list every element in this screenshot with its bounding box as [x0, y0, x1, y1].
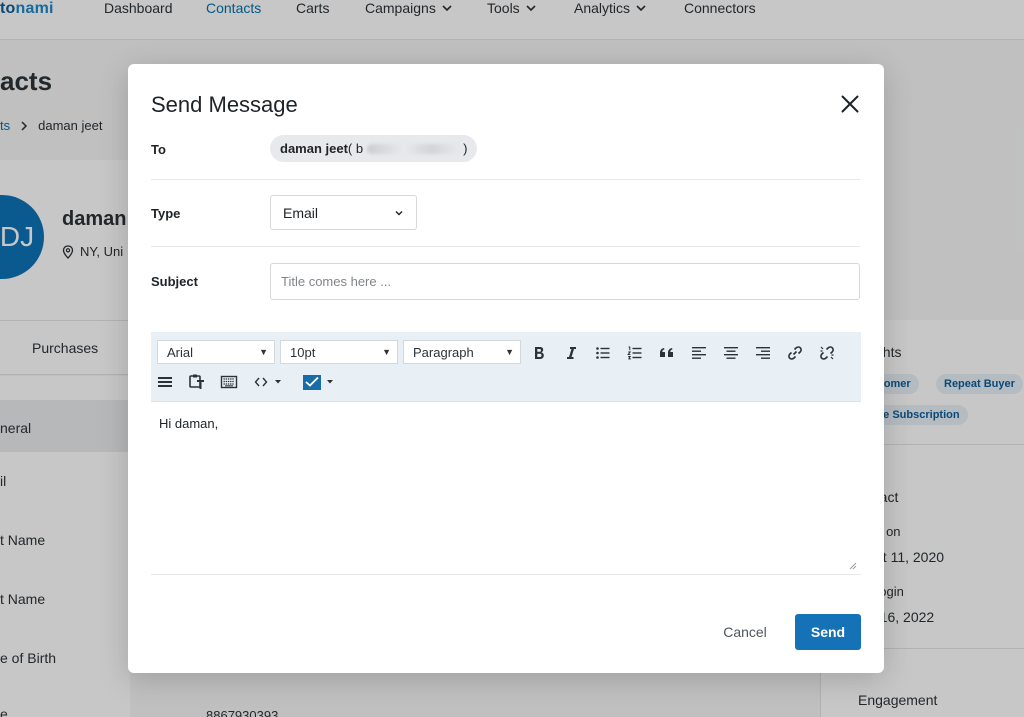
align-center-icon — [724, 347, 738, 359]
dialog-title: Send Message — [151, 92, 298, 117]
editor-toolbar: Arial ▼ 10pt ▼ Paragraph ▼ — [151, 332, 861, 402]
horizontal-rule-button[interactable] — [153, 370, 177, 394]
keyboard-shortcuts-button[interactable] — [217, 370, 241, 394]
chevron-down-icon — [395, 210, 403, 215]
dropdown-arrow-icon: ▼ — [382, 347, 391, 357]
remove-link-button[interactable] — [815, 341, 839, 365]
link-icon — [788, 346, 802, 360]
paste-text-icon — [189, 374, 204, 389]
source-code-button[interactable] — [251, 370, 291, 394]
unlink-icon — [820, 346, 834, 360]
font-size-select[interactable]: 10pt ▼ — [280, 340, 398, 364]
cancel-button[interactable]: Cancel — [710, 616, 780, 648]
numbered-list-button[interactable] — [623, 341, 647, 365]
keyboard-icon — [220, 375, 238, 389]
font-family-value: Arial — [167, 344, 194, 360]
type-select[interactable]: Email — [270, 195, 417, 230]
subject-label: Subject — [151, 274, 198, 289]
align-right-icon — [756, 347, 770, 359]
to-label: To — [151, 142, 166, 157]
bullet-list-icon — [596, 347, 610, 359]
align-left-icon — [692, 347, 706, 359]
divider — [151, 574, 860, 575]
type-select-value: Email — [283, 204, 319, 221]
insert-link-button[interactable] — [783, 341, 807, 365]
block-format-value: Paragraph — [413, 344, 474, 360]
subject-input[interactable] — [270, 263, 860, 300]
font-size-value: 10pt — [290, 344, 316, 360]
recipient-name: daman jeet — [280, 141, 348, 156]
rich-text-editor: Arial ▼ 10pt ▼ Paragraph ▼ Hi daman, — [151, 332, 861, 575]
bullet-list-button[interactable] — [591, 341, 615, 365]
color-swatch-icon — [303, 375, 333, 390]
resize-handle-icon[interactable] — [848, 561, 857, 570]
send-button[interactable]: Send — [795, 614, 861, 650]
dropdown-arrow-icon: ▼ — [505, 347, 514, 357]
recipient-email-close: ) — [463, 141, 468, 156]
horizontal-rule-icon — [158, 377, 172, 387]
recipient-email-open: ( b — [347, 141, 364, 156]
align-center-button[interactable] — [719, 341, 743, 365]
close-button[interactable] — [838, 92, 862, 116]
font-family-select[interactable]: Arial ▼ — [157, 340, 275, 364]
quote-icon — [660, 348, 673, 357]
paste-text-button[interactable] — [185, 370, 209, 394]
dropdown-arrow-icon: ▼ — [259, 347, 268, 357]
divider — [151, 179, 860, 180]
numbered-list-icon — [627, 346, 642, 360]
bold-icon — [535, 347, 544, 359]
block-format-select[interactable]: Paragraph ▼ — [403, 340, 521, 364]
align-left-button[interactable] — [687, 341, 711, 365]
close-icon — [841, 95, 859, 113]
bold-button[interactable] — [527, 341, 551, 365]
divider — [151, 246, 860, 247]
code-icon — [254, 377, 281, 387]
type-label: Type — [151, 206, 181, 221]
blockquote-button[interactable] — [655, 341, 679, 365]
italic-icon — [567, 347, 576, 359]
text-color-button[interactable] — [299, 370, 339, 394]
align-right-button[interactable] — [751, 341, 775, 365]
recipient-chip[interactable]: daman jeet ( b ) — [270, 135, 478, 162]
redacted-email — [367, 143, 460, 154]
italic-button[interactable] — [559, 341, 583, 365]
send-message-dialog: Send Message To daman jeet ( b ) Type Em… — [128, 64, 884, 673]
editor-content[interactable]: Hi daman, — [159, 416, 218, 431]
